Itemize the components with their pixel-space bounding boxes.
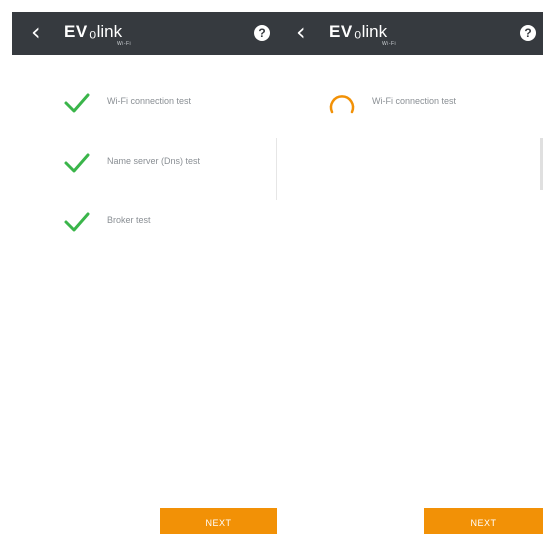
test-row-wifi: Wi-Fi connection test — [12, 88, 277, 118]
back-chevron-icon[interactable]: ‹ — [296, 20, 306, 44]
next-button[interactable]: NEXT — [424, 508, 543, 534]
app-bar: ‹ EV₀link Wi-Fi ? — [12, 12, 277, 55]
logo-ev: EV — [329, 22, 353, 41]
test-row-wifi: Wi-Fi connection test — [277, 88, 543, 118]
checkmark-icon — [64, 153, 90, 173]
test-label: Wi-Fi connection test — [372, 96, 457, 106]
logo-link: ₀link — [353, 21, 388, 42]
evolink-logo: EV₀link Wi-Fi — [64, 21, 131, 47]
logo-subtitle: Wi-Fi — [382, 41, 397, 47]
evolink-logo: EV₀link Wi-Fi — [329, 21, 396, 47]
back-chevron-icon[interactable]: ‹ — [31, 20, 41, 44]
left-screen: ‹ EV₀link Wi-Fi ? Wi-Fi connection test … — [12, 12, 277, 534]
logo-ev: EV — [64, 22, 88, 41]
next-button[interactable]: NEXT — [160, 508, 277, 534]
test-row-broker: Broker test — [12, 207, 277, 237]
test-label: Wi-Fi connection test — [107, 96, 192, 106]
app-bar: ‹ EV₀link Wi-Fi ? — [277, 12, 543, 55]
checkmark-icon — [64, 212, 90, 232]
test-row-dns: Name server (Dns) test — [12, 148, 277, 178]
test-label: Broker test — [107, 215, 151, 225]
help-icon[interactable]: ? — [254, 25, 270, 41]
spinner-icon — [329, 95, 355, 114]
checkmark-icon — [64, 93, 90, 113]
test-label: Name server (Dns) test — [107, 156, 201, 166]
logo-subtitle: Wi-Fi — [117, 41, 132, 47]
logo-link: ₀link — [88, 21, 123, 42]
right-screen: ‹ EV₀link Wi-Fi ? Wi-Fi connection test … — [277, 12, 543, 534]
help-icon[interactable]: ? — [520, 25, 536, 41]
